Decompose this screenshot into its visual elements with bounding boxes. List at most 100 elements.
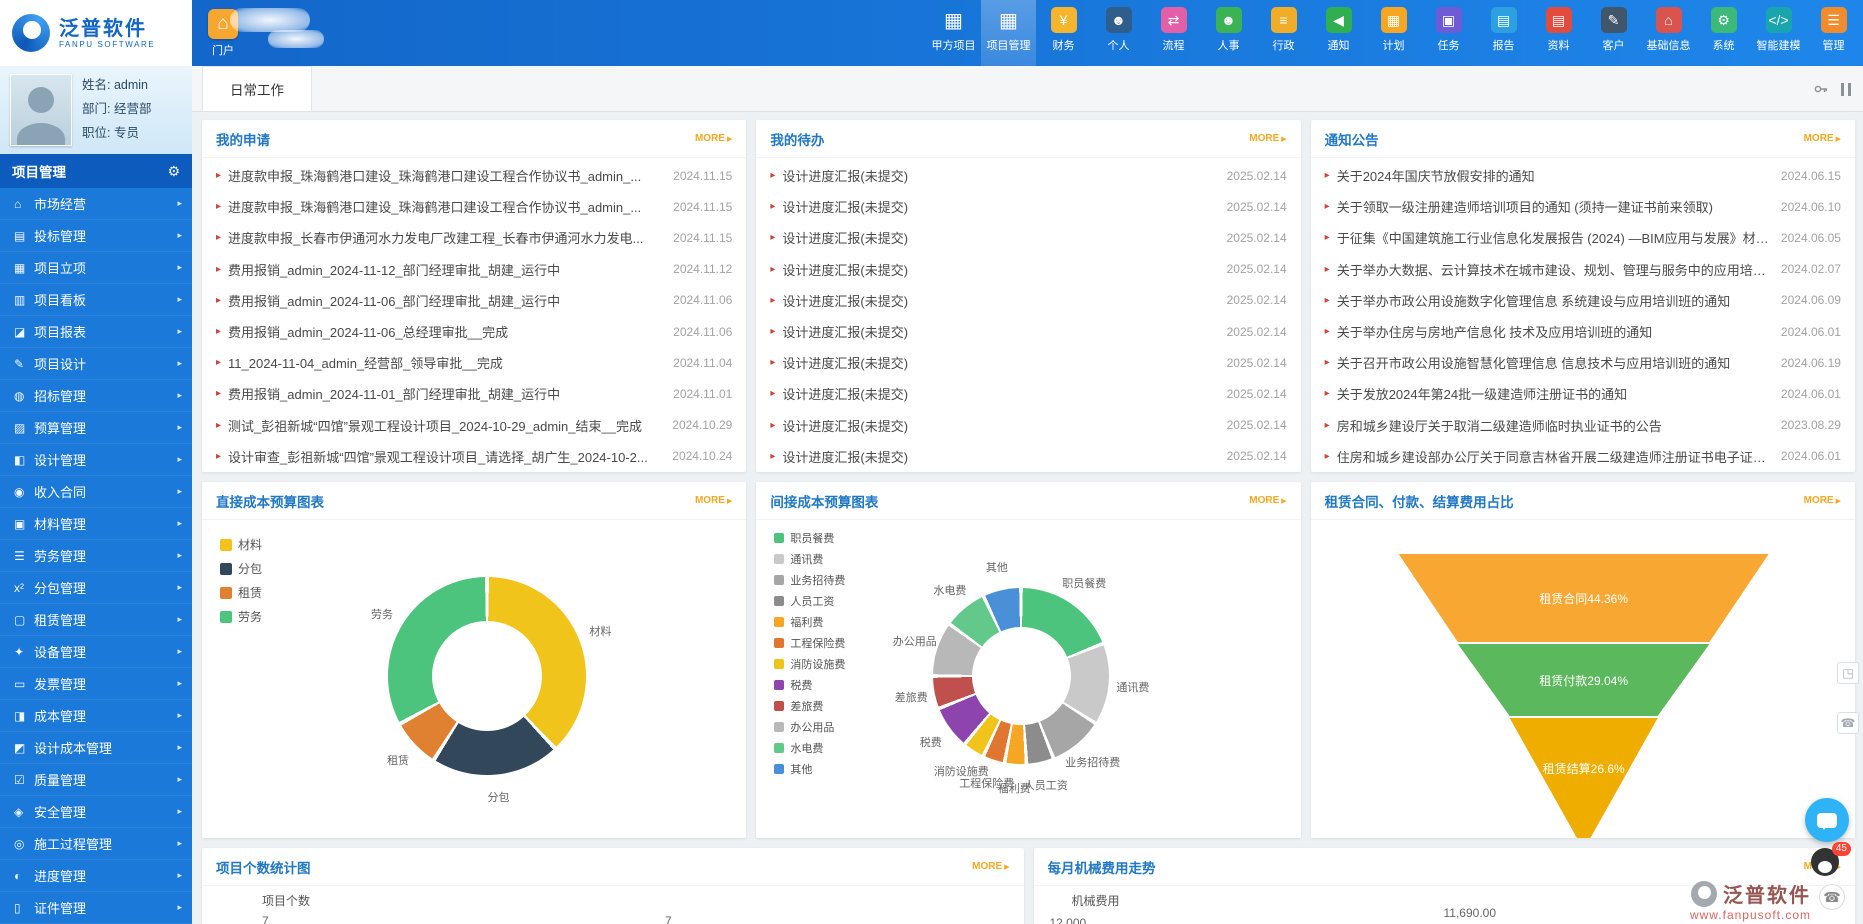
sidebar-menu-item[interactable]: ▭ 发票管理 ▸ <box>0 668 192 700</box>
funnel-section[interactable]: 租赁结算26.6% <box>1399 718 1769 838</box>
sidebar-menu-item[interactable]: ☑ 质量管理 ▸ <box>0 764 192 796</box>
todo-list-item[interactable]: ▸ 设计进度汇报(未提交) 2025.02.14 <box>770 222 1286 253</box>
legend-item[interactable]: 福利费 <box>774 614 845 630</box>
application-list-item[interactable]: ▸ 进度款申报_珠海鹤港口建设_珠海鹤港口建设工程合作协议书_admin_...… <box>216 191 732 222</box>
module-item[interactable]: ⚙ 系统 <box>1696 0 1751 66</box>
module-item[interactable]: ✎ 客户 <box>1586 0 1641 66</box>
sidebar-menu-item[interactable]: ▦ 项目立项 ▸ <box>0 252 192 284</box>
application-list-item[interactable]: ▸ 费用报销_admin_2024-11-12_部门经理审批_胡建_运行中 20… <box>216 254 732 285</box>
notice-list-item[interactable]: ▸ 关于领取一级注册建造师培训项目的通知 (须持一建证书前来领取) 2024.0… <box>1325 191 1841 222</box>
legend-item[interactable]: 税费 <box>774 677 845 693</box>
key-icon[interactable] <box>1813 81 1829 97</box>
notice-list-item[interactable]: ▸ 关于举办大数据、云计算技术在城市建设、规划、管理与服务中的应用培训班... … <box>1325 254 1841 285</box>
tab-daily-work[interactable]: 日常工作 <box>202 66 312 111</box>
todo-list-item[interactable]: ▸ 设计进度汇报(未提交) 2025.02.14 <box>770 160 1286 191</box>
more-button[interactable]: MORE▶ <box>695 495 732 506</box>
legend-item[interactable]: 差旅费 <box>774 698 845 714</box>
legend-item[interactable]: 业务招待费 <box>774 572 845 588</box>
collapse-icon[interactable] <box>1841 83 1851 96</box>
module-item[interactable]: ▤ 资料 <box>1531 0 1586 66</box>
module-item[interactable]: ⌂ 基础信息 <box>1641 0 1696 66</box>
notice-list-item[interactable]: ▸ 关于2024年国庆节放假安排的通知 2024.06.15 <box>1325 160 1841 191</box>
application-list-item[interactable]: ▸ 进度款申报_长春市伊通河水力发电厂改建工程_长春市伊通河水力发电... 20… <box>216 222 732 253</box>
application-list-item[interactable]: ▸ 11_2024-11-04_admin_经营部_领导审批__完成 2024.… <box>216 347 732 378</box>
shortcut-qr-icon[interactable]: ◳ <box>1837 662 1859 684</box>
sidebar-menu-item[interactable]: ✦ 设备管理 ▸ <box>0 636 192 668</box>
sidebar-menu-item[interactable]: ▯ 证件管理 ▸ <box>0 892 192 924</box>
notice-list-item[interactable]: ▸ 关于举办市政公用设施数字化管理信息 系统建设与应用培训班的通知 2024.0… <box>1325 285 1841 316</box>
module-item[interactable]: ▣ 任务 <box>1421 0 1476 66</box>
module-item[interactable]: ▦ 甲方项目 <box>926 0 981 66</box>
sidebar-menu-item[interactable]: ▣ 材料管理 ▸ <box>0 508 192 540</box>
application-list-item[interactable]: ▸ 测试_彭祖新城“四馆”景观工程设计项目_2024-10-29_admin_结… <box>216 410 732 441</box>
more-button[interactable]: MORE▶ <box>1249 133 1286 144</box>
legend-item[interactable]: 劳务 <box>220 608 262 625</box>
legend-item[interactable]: 人员工资 <box>774 593 845 609</box>
sidebar-menu-item[interactable]: ▢ 租赁管理 ▸ <box>0 604 192 636</box>
todo-list-item[interactable]: ▸ 设计进度汇报(未提交) 2025.02.14 <box>770 347 1286 378</box>
application-list-item[interactable]: ▸ 设计审查_彭祖新城“四馆”景观工程设计项目_请选择_胡广生_2024-10-… <box>216 441 732 472</box>
series-legend[interactable]: 项目个数 <box>262 892 310 909</box>
legend-item[interactable]: 工程保险费 <box>774 635 845 651</box>
sidebar-menu-item[interactable]: x² 分包管理 ▸ <box>0 572 192 604</box>
application-list-item[interactable]: ▸ 进度款申报_珠海鹤港口建设_珠海鹤港口建设工程合作协议书_admin_...… <box>216 160 732 191</box>
series-legend[interactable]: 机械费用 <box>1072 892 1120 909</box>
todo-list-item[interactable]: ▸ 设计进度汇报(未提交) 2025.02.14 <box>770 285 1286 316</box>
sidebar-menu-item[interactable]: ▥ 项目看板 ▸ <box>0 284 192 316</box>
gear-icon[interactable]: ⚙ <box>167 163 180 180</box>
phone-contact-button[interactable]: ☎ <box>1819 884 1845 910</box>
sidebar-menu-item[interactable]: ◧ 设计管理 ▸ <box>0 444 192 476</box>
todo-list-item[interactable]: ▸ 设计进度汇报(未提交) 2025.02.14 <box>770 441 1286 472</box>
portal-button[interactable]: ⌂ 门户 <box>208 0 238 66</box>
module-item[interactable]: ☻ 个人 <box>1091 0 1146 66</box>
sidebar-menu-item[interactable]: ◈ 安全管理 ▸ <box>0 796 192 828</box>
more-button[interactable]: MORE▶ <box>1804 495 1841 506</box>
application-list-item[interactable]: ▸ 费用报销_admin_2024-11-06_总经理审批__完成 2024.1… <box>216 316 732 347</box>
module-item[interactable]: ▤ 报告 <box>1476 0 1531 66</box>
module-item[interactable]: ⇄ 流程 <box>1146 0 1201 66</box>
module-item[interactable]: ▦ 项目管理 <box>981 0 1036 66</box>
sidebar-menu-item[interactable]: ◎ 施工过程管理 ▸ <box>0 828 192 860</box>
shortcut-phone-icon[interactable]: ☎ <box>1837 712 1859 734</box>
module-item[interactable]: ▦ 计划 <box>1366 0 1421 66</box>
application-list-item[interactable]: ▸ 费用报销_admin_2024-11-06_部门经理审批_胡建_运行中 20… <box>216 285 732 316</box>
legend-item[interactable]: 职员餐费 <box>774 530 845 546</box>
legend-item[interactable]: 材料 <box>220 536 262 553</box>
sidebar-menu-item[interactable]: ◍ 招标管理 ▸ <box>0 380 192 412</box>
legend-item[interactable]: 办公用品 <box>774 719 845 735</box>
module-item[interactable]: ≡ 行政 <box>1256 0 1311 66</box>
funnel-section[interactable]: 租赁付款29.04% <box>1399 644 1769 716</box>
todo-list-item[interactable]: ▸ 设计进度汇报(未提交) 2025.02.14 <box>770 254 1286 285</box>
sidebar-menu-item[interactable]: ⌂ 市场经营 ▸ <box>0 188 192 220</box>
more-button[interactable]: MORE▶ <box>1804 133 1841 144</box>
more-button[interactable]: MORE▶ <box>1249 495 1286 506</box>
notice-list-item[interactable]: ▸ 于征集《中国建筑施工行业信息化发展报告 (2024) —BIM应用与发展》材… <box>1325 222 1841 253</box>
notice-list-item[interactable]: ▸ 房和城乡建设厅关于取消二级建造师临时执业证书的公告 2023.08.29 <box>1325 410 1841 441</box>
more-button[interactable]: MORE▶ <box>972 861 1009 872</box>
notice-list-item[interactable]: ▸ 关于举办住房与房地产信息化 技术及应用培训班的通知 2024.06.01 <box>1325 316 1841 347</box>
notice-list-item[interactable]: ▸ 关于召开市政公用设施智慧化管理信息 信息技术与应用培训班的通知 2024.0… <box>1325 347 1841 378</box>
chat-button[interactable] <box>1805 798 1849 842</box>
todo-list-item[interactable]: ▸ 设计进度汇报(未提交) 2025.02.14 <box>770 410 1286 441</box>
legend-item[interactable]: 消防设施费 <box>774 656 845 672</box>
sidebar-menu-item[interactable]: ◪ 项目报表 ▸ <box>0 316 192 348</box>
application-list-item[interactable]: ▸ 费用报销_admin_2024-11-01_部门经理审批_胡建_运行中 20… <box>216 378 732 409</box>
module-item[interactable]: ¥ 财务 <box>1036 0 1091 66</box>
funnel-section[interactable]: 租赁合同44.36% <box>1399 554 1769 642</box>
sidebar-menu-item[interactable]: ▤ 投标管理 ▸ <box>0 220 192 252</box>
notice-list-item[interactable]: ▸ 关于发放2024年第24批一级建造师注册证书的通知 2024.06.01 <box>1325 378 1841 409</box>
legend-item[interactable]: 水电费 <box>774 740 845 756</box>
module-item[interactable]: ☻ 人事 <box>1201 0 1256 66</box>
sidebar-menu-item[interactable]: ▨ 预算管理 ▸ <box>0 412 192 444</box>
legend-item[interactable]: 其他 <box>774 761 845 777</box>
sidebar-menu-item[interactable]: ☰ 劳务管理 ▸ <box>0 540 192 572</box>
legend-item[interactable]: 租赁 <box>220 584 262 601</box>
todo-list-item[interactable]: ▸ 设计进度汇报(未提交) 2025.02.14 <box>770 191 1286 222</box>
todo-list-item[interactable]: ▸ 设计进度汇报(未提交) 2025.02.14 <box>770 316 1286 347</box>
module-item[interactable]: </> 智能建模 <box>1751 0 1806 66</box>
sidebar-menu-item[interactable]: ✎ 项目设计 ▸ <box>0 348 192 380</box>
sidebar-menu-item[interactable]: ◐ 进度管理 ▸ <box>0 860 192 892</box>
module-item[interactable]: ◀ 通知 <box>1311 0 1366 66</box>
legend-item[interactable]: 通讯费 <box>774 551 845 567</box>
more-button[interactable]: MORE▶ <box>695 133 732 144</box>
